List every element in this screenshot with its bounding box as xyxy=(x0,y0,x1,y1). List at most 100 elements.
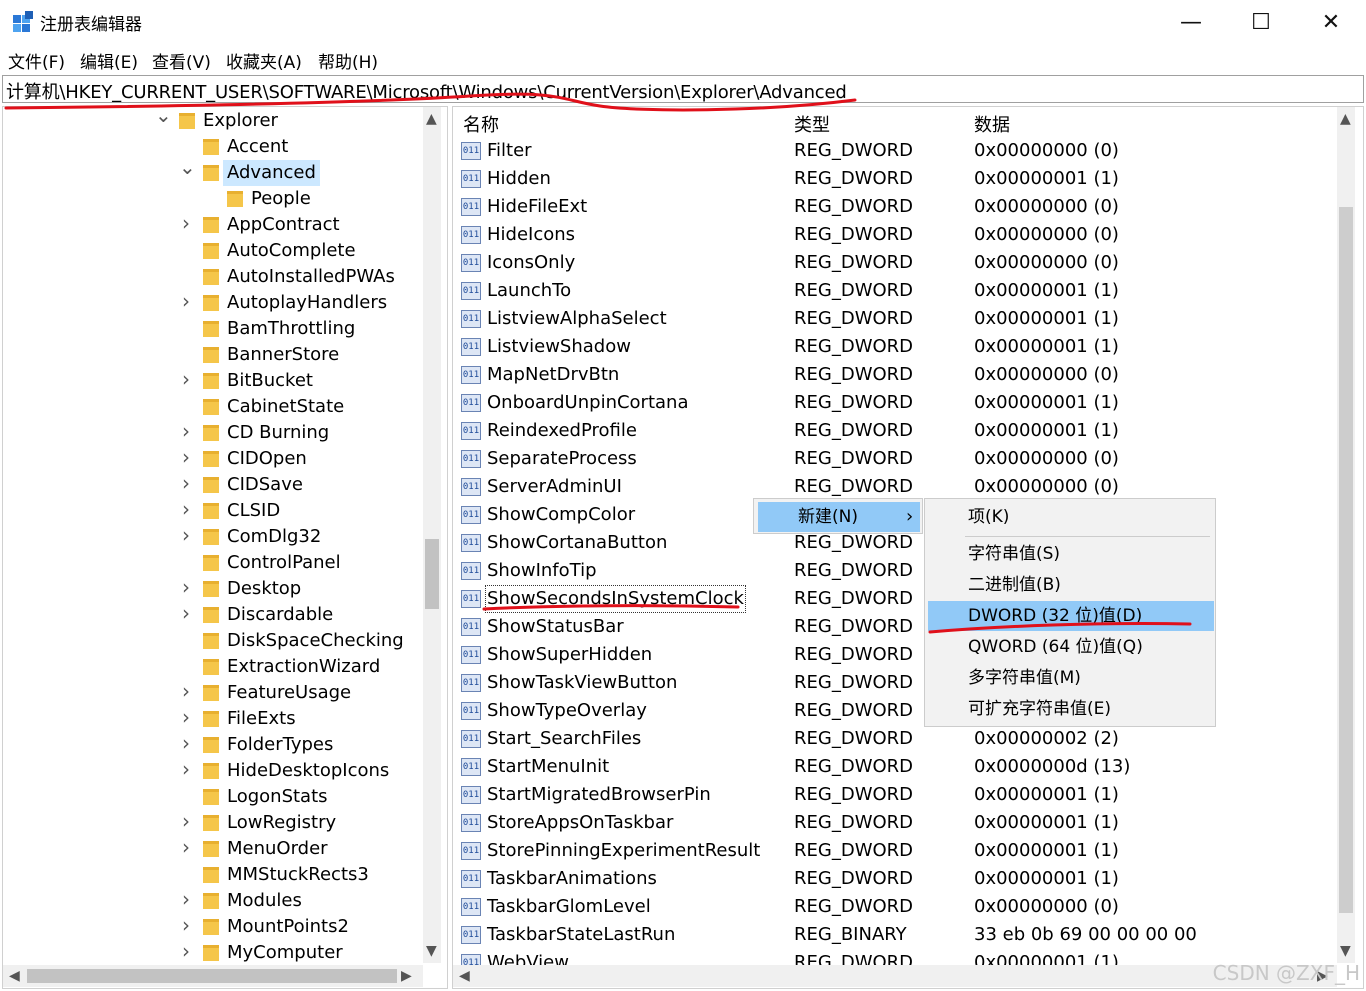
chevron-right-icon[interactable]: › xyxy=(179,600,193,626)
tree-item-label: Accent xyxy=(227,136,289,157)
column-header-name[interactable]: 名称 xyxy=(463,111,499,137)
chevron-down-icon[interactable]: ⌄ xyxy=(179,154,196,180)
tree-item-label: ControlPanel xyxy=(227,552,341,573)
menu-edit[interactable]: 编辑(E) xyxy=(80,48,138,73)
reg-dword-icon: 011 xyxy=(461,562,481,580)
chevron-right-icon[interactable]: › xyxy=(179,730,193,756)
chevron-right-icon[interactable]: › xyxy=(179,418,193,444)
value-row[interactable]: 011 StartMenuInit REG_DWORD 0x0000000d (13) xyxy=(453,753,1343,781)
menu-favorites[interactable]: 收藏夹(A) xyxy=(226,48,302,73)
value-name: SeparateProcess xyxy=(487,448,637,469)
submenu-item-expandable-string[interactable]: 可扩充字符串值(E) xyxy=(928,694,1214,724)
list-scroll-down-arrow-icon[interactable]: ▼ xyxy=(1340,943,1351,959)
tree-horizontal-scrollbar[interactable]: ◀ ▶ xyxy=(3,965,423,987)
list-vertical-scrollbar[interactable]: ▲ ▼ xyxy=(1337,107,1355,963)
submenu-item-label: 字符串值(S) xyxy=(968,544,1061,564)
scroll-up-arrow-icon[interactable]: ▲ xyxy=(426,111,437,127)
value-row[interactable]: 011 StoreAppsOnTaskbar REG_DWORD 0x00000001… xyxy=(453,809,1343,837)
menu-help[interactable]: 帮助(H) xyxy=(318,48,378,73)
minimize-button[interactable]: — xyxy=(1156,0,1226,44)
value-data: 0x00000001 (1) xyxy=(974,840,1119,861)
chevron-down-icon[interactable]: ⌄ xyxy=(155,107,172,128)
value-name: ShowTypeOverlay xyxy=(487,700,647,721)
value-row[interactable]: 011 Hidden REG_DWORD 0x00000001 (1) xyxy=(453,165,1343,193)
folder-icon xyxy=(203,789,219,805)
value-row[interactable]: 011 IconsOnly REG_DWORD 0x00000000 (0) xyxy=(453,249,1343,277)
chevron-right-icon[interactable]: › xyxy=(179,704,193,730)
value-row[interactable]: 011 TaskbarStateLastRun REG_BINARY 33 eb 0b… xyxy=(453,921,1343,949)
chevron-right-icon[interactable]: › xyxy=(179,470,193,496)
value-row[interactable]: 011 StorePinningExperimentResult REG_DWORD… xyxy=(453,837,1343,865)
chevron-right-icon[interactable]: › xyxy=(179,834,193,860)
tree-item-label: Advanced xyxy=(223,160,320,186)
address-bar[interactable]: 计算机\HKEY_CURRENT_USER\SOFTWARE\Microsoft… xyxy=(2,75,1364,103)
chevron-right-icon[interactable]: › xyxy=(179,678,193,704)
list-scroll-thumb[interactable] xyxy=(1339,207,1353,913)
value-data: 0x00000000 (0) xyxy=(974,364,1119,385)
tree-item-label: FeatureUsage xyxy=(227,682,352,703)
value-name: ShowCortanaButton xyxy=(487,532,668,553)
value-row[interactable]: 011 ServerAdminUI REG_DWORD 0x00000000 (0) xyxy=(453,473,1343,501)
chevron-right-icon[interactable]: › xyxy=(179,574,193,600)
menu-file[interactable]: 文件(F) xyxy=(8,48,65,73)
value-row[interactable]: 011 OnboardUnpinCortana REG_DWORD 0x0000000… xyxy=(453,389,1343,417)
value-row[interactable]: 011 ListviewAlphaSelect REG_DWORD 0x0000000… xyxy=(453,305,1343,333)
context-menu-new[interactable]: 新建(N) › xyxy=(758,502,920,532)
value-row[interactable]: 011 SeparateProcess REG_DWORD 0x00000000 (0… xyxy=(453,445,1343,473)
tree-item-label: HideDesktopIcons xyxy=(227,760,390,781)
value-data: 0x00000000 (0) xyxy=(974,196,1119,217)
maximize-button[interactable]: ☐ xyxy=(1226,0,1296,44)
submenu-item-dword[interactable]: DWORD (32 位)值(D) xyxy=(928,601,1214,631)
scroll-left-arrow-icon[interactable]: ◀ xyxy=(9,968,20,984)
chevron-right-icon[interactable]: › xyxy=(179,912,193,938)
scroll-right-arrow-icon[interactable]: ▶ xyxy=(401,968,412,984)
tree-item-label: CIDSave xyxy=(227,474,303,495)
submenu-item-multi-string[interactable]: 多字符串值(M) xyxy=(928,663,1214,693)
tree-hscroll-thumb[interactable] xyxy=(27,969,397,983)
value-list-pane[interactable]: 名称 类型 数据 011 Filter REG_DWORD 0x00000000 (0… xyxy=(452,106,1364,989)
value-row[interactable]: 011 TaskbarAnimations REG_DWORD 0x00000001 … xyxy=(453,865,1343,893)
chevron-right-icon[interactable]: › xyxy=(179,444,193,470)
chevron-right-icon[interactable]: › xyxy=(179,522,193,548)
tree-vertical-scrollbar[interactable]: ▲ ▼ xyxy=(423,107,441,963)
reg-dword-icon: 011 xyxy=(461,786,481,804)
submenu-item-string[interactable]: 字符串值(S) xyxy=(928,539,1214,569)
column-header-data[interactable]: 数据 xyxy=(974,111,1010,137)
value-row[interactable]: 011 Start_SearchFiles REG_DWORD 0x00000002 … xyxy=(453,725,1343,753)
key-tree-pane[interactable]: ⌄ Explorer Accent ⌄ Advanced People › AppContra… xyxy=(2,106,448,989)
folder-icon xyxy=(203,841,219,857)
value-row[interactable]: 011 HideIcons REG_DWORD 0x00000000 (0) xyxy=(453,221,1343,249)
close-button[interactable]: ✕ xyxy=(1296,0,1366,44)
folder-icon xyxy=(203,633,219,649)
chevron-right-icon[interactable]: › xyxy=(179,756,193,782)
value-row[interactable]: 011 MapNetDrvBtn REG_DWORD 0x00000000 (0) xyxy=(453,361,1343,389)
menu-bar: 文件(F) 编辑(E) 查看(V) 收藏夹(A) 帮助(H) xyxy=(0,44,1366,74)
chevron-right-icon[interactable]: › xyxy=(179,366,193,392)
value-row[interactable]: 011 TaskbarGlomLevel REG_DWORD 0x00000000 (… xyxy=(453,893,1343,921)
tree-item-label: MenuOrder xyxy=(227,838,328,859)
chevron-right-icon[interactable]: › xyxy=(179,288,193,314)
value-row[interactable]: 011 Filter REG_DWORD 0x00000000 (0) xyxy=(453,137,1343,165)
value-row[interactable]: 011 HideFileExt REG_DWORD 0x00000000 (0) xyxy=(453,193,1343,221)
submenu-item-binary[interactable]: 二进制值(B) xyxy=(928,570,1214,600)
value-row[interactable]: 011 ReindexedProfile REG_DWORD 0x00000001 (… xyxy=(453,417,1343,445)
value-row[interactable]: 011 StartMigratedBrowserPin REG_DWORD 0x000… xyxy=(453,781,1343,809)
reg-dword-icon: 011 xyxy=(461,506,481,524)
chevron-right-icon[interactable]: › xyxy=(179,210,193,236)
submenu-item-qword[interactable]: QWORD (64 位)值(Q) xyxy=(928,632,1214,662)
column-header-type[interactable]: 类型 xyxy=(794,111,830,137)
address-path[interactable]: 计算机\HKEY_CURRENT_USER\SOFTWARE\Microsoft… xyxy=(6,78,847,104)
list-scroll-up-arrow-icon[interactable]: ▲ xyxy=(1340,111,1351,127)
chevron-right-icon[interactable]: › xyxy=(179,938,193,964)
submenu-item-key[interactable]: 项(K) xyxy=(928,502,1214,532)
list-horizontal-scrollbar[interactable]: ◀ ▶ xyxy=(453,965,1337,987)
tree-scroll-thumb[interactable] xyxy=(425,539,439,609)
chevron-right-icon[interactable]: › xyxy=(179,808,193,834)
chevron-right-icon[interactable]: › xyxy=(179,496,193,522)
menu-view[interactable]: 查看(V) xyxy=(152,48,211,73)
list-scroll-left-arrow-icon[interactable]: ◀ xyxy=(459,968,470,984)
scroll-down-arrow-icon[interactable]: ▼ xyxy=(426,943,437,959)
value-row[interactable]: 011 ListviewShadow REG_DWORD 0x00000001 (1) xyxy=(453,333,1343,361)
value-row[interactable]: 011 LaunchTo REG_DWORD 0x00000001 (1) xyxy=(453,277,1343,305)
chevron-right-icon[interactable]: › xyxy=(179,886,193,912)
